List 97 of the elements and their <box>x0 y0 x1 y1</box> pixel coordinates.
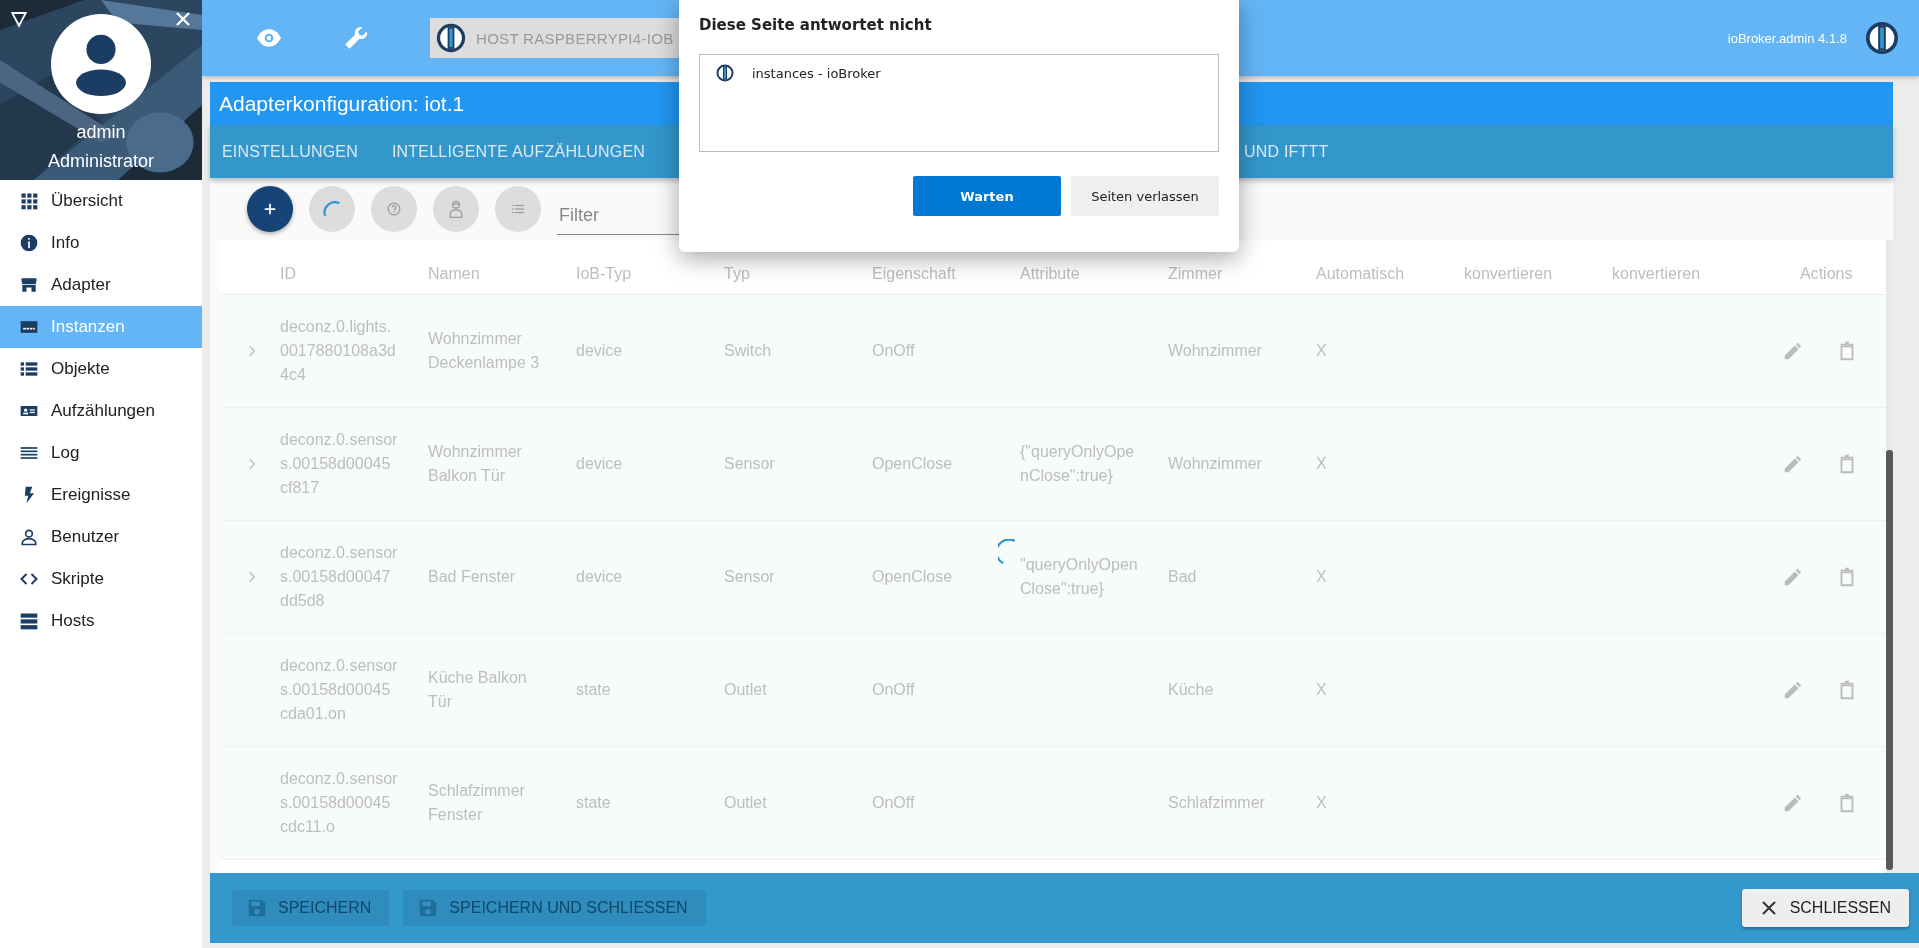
table-cell-text: Wohnzimmer Balkon Tür <box>428 442 523 486</box>
refresh-button[interactable] <box>309 186 355 232</box>
nav-item[interactable]: Aufzählungen <box>0 390 202 432</box>
column-header: konvertieren <box>1612 264 1702 284</box>
column-header: Automatisch <box>1316 264 1406 284</box>
grid-icon <box>19 191 39 211</box>
table-cell-text: Wohnzimmer <box>1168 454 1262 474</box>
logo-icon <box>436 23 466 53</box>
table-cell-text: Sensor <box>724 567 775 587</box>
table-cell-text: X <box>1316 793 1327 813</box>
table-cell-text: X <box>1316 680 1327 700</box>
floppy-icon <box>246 897 268 919</box>
nav-item[interactable]: Skripte <box>0 558 202 600</box>
logo-icon <box>1865 21 1899 55</box>
close-button[interactable]: SCHLIESSEN <box>1741 889 1909 927</box>
table-cell-text: deconz.0.sensors.00158d00045cf817 <box>280 430 398 498</box>
spinner-icon <box>998 539 1018 565</box>
column-header: ID <box>280 264 297 284</box>
logo-icon <box>716 64 734 82</box>
list-button[interactable] <box>495 186 541 232</box>
spinner-icon <box>322 201 342 217</box>
pencil-icon[interactable] <box>1782 566 1804 588</box>
table-cell-text: Outlet <box>724 793 767 813</box>
column-header: Namen <box>428 264 481 284</box>
table-cell-text: Sensor <box>724 454 775 474</box>
table-cell-text: Bad Fenster <box>428 567 516 587</box>
person-icon <box>19 527 39 547</box>
add-button[interactable] <box>247 186 293 232</box>
table-cell-text: deconz.0.sensors.00158d00045cda01.on <box>280 656 398 724</box>
help-button[interactable] <box>371 186 417 232</box>
table-cell-text: deconz.0.sensors.00158d00047dd5d8 <box>280 543 398 611</box>
nav-item[interactable]: Benutzer <box>0 516 202 558</box>
pencil-icon[interactable] <box>1782 453 1804 475</box>
page-list-item[interactable]: instances - ioBroker <box>716 64 1202 82</box>
pencil-icon[interactable] <box>1782 792 1804 814</box>
store-icon <box>19 275 39 295</box>
table-cell-text: Bad <box>1168 567 1197 587</box>
nav-item[interactable]: Übersicht <box>0 180 202 222</box>
pencil-icon[interactable] <box>1782 679 1804 701</box>
table-cell-text: Wohnzimmer Deckenlampe 3 <box>428 329 541 373</box>
nav-item[interactable]: Objekte <box>0 348 202 390</box>
column-header: IoB-Typ <box>576 264 633 284</box>
table-cell-text: state <box>576 793 611 813</box>
nav-item[interactable]: Info <box>0 222 202 264</box>
column-header: Attribute <box>1020 264 1081 284</box>
column-header: Zimmer <box>1168 264 1224 284</box>
table-cell-text: device <box>576 454 623 474</box>
table-cell-text: X <box>1316 567 1327 587</box>
table-cell-text: deconz.0.sensors.00158d00045cdc11.o <box>280 769 398 837</box>
server-icon <box>19 611 39 631</box>
close-icon[interactable] <box>174 10 192 28</box>
close-icon <box>1759 899 1778 917</box>
column-header: Eigenschaft <box>872 264 957 284</box>
leave-button[interactable]: Seiten verlassen <box>1071 176 1219 216</box>
avatar-icon <box>51 14 151 114</box>
table-cell-text: device <box>576 567 623 587</box>
table-cell-text: OnOff <box>872 341 915 361</box>
wrench-icon[interactable] <box>343 25 369 51</box>
table-cell-text: Switch <box>724 341 772 361</box>
table-cell-text: {"queryOnlyOpenClose":true} <box>1020 442 1136 486</box>
nav-item[interactable]: Hosts <box>0 600 202 642</box>
table-cell-text: Outlet <box>724 680 767 700</box>
column-header: konvertieren <box>1464 264 1554 284</box>
scrollbar-thumb[interactable] <box>1886 450 1893 870</box>
table-cell-text: Schlafzimmer Fenster <box>428 781 526 825</box>
table-cell-text: "queryOnlyOpenClose":true} <box>1020 555 1138 599</box>
column-header: Actions <box>1799 264 1854 284</box>
wait-button[interactable]: Warten <box>913 176 1061 216</box>
plus-icon <box>263 202 277 216</box>
user-role: Administrator <box>48 151 154 172</box>
table-cell-text: Küche Balkon Tür <box>428 668 528 712</box>
question-icon <box>387 202 401 216</box>
user-button[interactable] <box>433 186 479 232</box>
list-icon <box>19 359 39 379</box>
table-cell-text: Küche <box>1168 680 1214 700</box>
table-cell-text: state <box>576 680 611 700</box>
column-header: Typ <box>724 264 751 284</box>
table-cell-text: X <box>1316 341 1327 361</box>
table-cell-text: Wohnzimmer <box>1168 341 1262 361</box>
table-cell-text: device <box>576 341 623 361</box>
table-cell-text: OnOff <box>872 793 915 813</box>
table-cell-text: X <box>1316 454 1327 474</box>
nav-item[interactable]: Adapter <box>0 264 202 306</box>
list-icon <box>511 202 525 216</box>
nav-item[interactable]: Log <box>0 432 202 474</box>
info-icon <box>19 233 39 253</box>
table-cell-text: deconz.0.lights.0017880108a3d4c4 <box>280 317 397 385</box>
table-cell-text: OnOff <box>872 680 915 700</box>
table-cell-text: OpenClose <box>872 454 953 474</box>
dialog-title: Diese Seite antwortet nicht <box>699 16 933 36</box>
pencil-icon[interactable] <box>1782 340 1804 362</box>
version-label: ioBroker.admin 4.1.8 <box>1727 30 1847 46</box>
table-cell-text: OpenClose <box>872 567 953 587</box>
table-cell-text: Schlafzimmer <box>1168 793 1265 813</box>
nav-item[interactable]: Ereignisse <box>0 474 202 516</box>
user-name: admin <box>76 122 126 143</box>
triangle-icon[interactable] <box>10 10 28 28</box>
